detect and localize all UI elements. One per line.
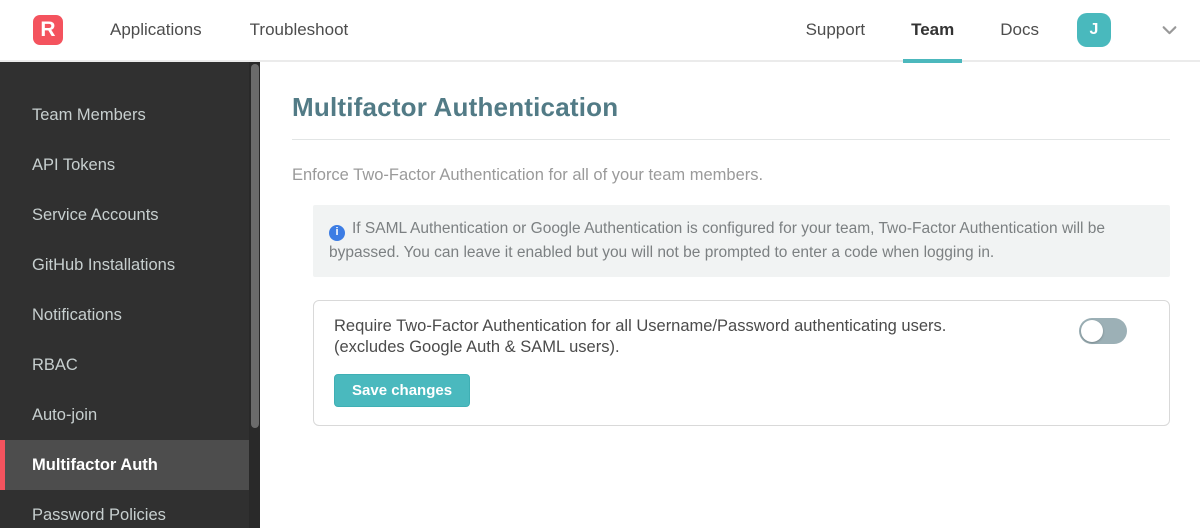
nav-item-team[interactable]: Team	[903, 0, 963, 63]
sidebar-item-github-installations[interactable]: GitHub Installations	[0, 240, 260, 290]
nav-item-troubleshoot[interactable]: Troubleshoot	[248, 0, 351, 61]
sidebar-item-auto-join[interactable]: Auto-join	[0, 390, 260, 440]
toggle-label: Require Two-Factor Authentication for al…	[334, 316, 1079, 358]
toggle-label-line2: (excludes Google Auth & SAML users).	[334, 337, 620, 356]
main-content: Multifactor Authentication Enforce Two-F…	[260, 62, 1200, 528]
sidebar-item-team-members[interactable]: Team Members	[0, 90, 260, 140]
nav-item-docs[interactable]: Docs	[998, 0, 1041, 61]
user-avatar[interactable]: J	[1077, 13, 1111, 47]
sidebar-item-api-tokens[interactable]: API Tokens	[0, 140, 260, 190]
toggle-label-line1: Require Two-Factor Authentication for al…	[334, 317, 947, 336]
nav-item-applications[interactable]: Applications	[108, 0, 204, 61]
rollbar-logo[interactable]: R	[33, 15, 63, 45]
nav-left: Applications Troubleshoot	[108, 0, 350, 61]
mfa-settings-card: Require Two-Factor Authentication for al…	[313, 300, 1170, 426]
info-icon: i	[329, 224, 345, 241]
require-2fa-toggle[interactable]	[1079, 318, 1127, 345]
chevron-down-icon[interactable]	[1161, 22, 1178, 39]
page-title: Multifactor Authentication	[292, 92, 619, 122]
section-description: Enforce Two-Factor Authentication for al…	[292, 166, 764, 184]
sidebar-item-multifactor-auth[interactable]: Multifactor Auth	[0, 440, 260, 490]
info-callout-text: If SAML Authentication or Google Authent…	[329, 220, 1106, 262]
sidebar-item-rbac[interactable]: RBAC	[0, 340, 260, 390]
sidebar-item-service-accounts[interactable]: Service Accounts	[0, 190, 260, 240]
sidebar-item-notifications[interactable]: Notifications	[0, 290, 260, 340]
save-changes-button[interactable]: Save changes	[334, 373, 471, 407]
sidebar-scrollbar-track[interactable]	[249, 62, 260, 528]
sidebar-scrollbar-thumb[interactable]	[251, 64, 259, 428]
toggle-knob	[1081, 320, 1103, 343]
sidebar-item-password-policies[interactable]: Password Policies	[0, 490, 260, 528]
nav-right: Support Team Docs J	[804, 0, 1178, 63]
settings-sidebar: Team Members API Tokens Service Accounts…	[0, 62, 260, 528]
info-callout: i If SAML Authentication or Google Authen…	[313, 205, 1170, 278]
title-divider	[292, 139, 1170, 140]
nav-item-support[interactable]: Support	[804, 0, 868, 61]
top-navbar: R Applications Troubleshoot Support Team…	[0, 0, 1200, 63]
